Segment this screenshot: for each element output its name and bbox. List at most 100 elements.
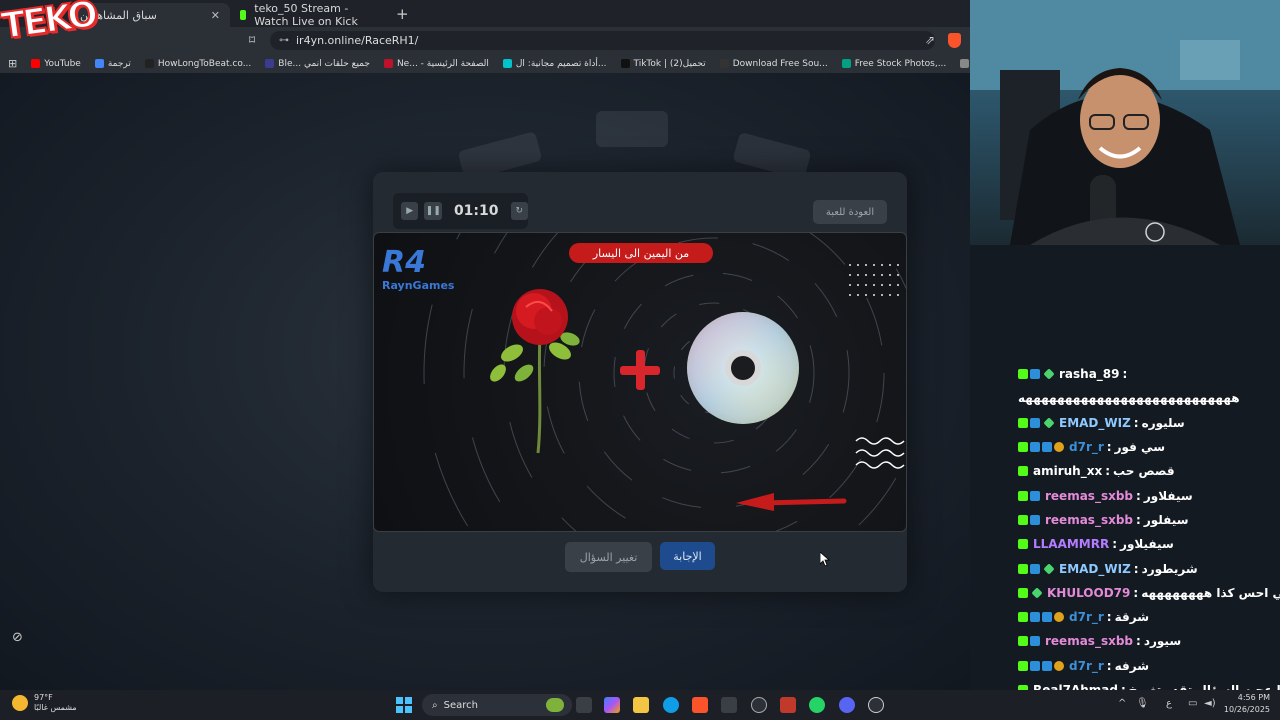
blue-badge-icon (1030, 417, 1040, 428)
gold-badge-icon (1054, 660, 1064, 671)
webcam-feed (970, 0, 1280, 245)
windows-start-icon[interactable] (396, 697, 412, 713)
bookmark-icon[interactable]: ⌑ (249, 33, 261, 47)
search-icon: ⌕ (432, 699, 438, 711)
bookmark-item[interactable]: Games in Ar... | رئيسية (960, 59, 970, 69)
app-icon[interactable] (780, 697, 796, 713)
plus-icon (620, 350, 660, 390)
bookmark-item[interactable]: Free Stock Photos,... (841, 59, 946, 69)
bookmark-item[interactable]: YouTube (31, 59, 81, 69)
taskbar-search[interactable]: ⌕ Search (422, 694, 572, 716)
kick-badge-icon (1018, 660, 1028, 671)
chat-text: سيفيلاور (1120, 537, 1174, 552)
green-badge-icon (1043, 562, 1055, 575)
back-to-game-button[interactable]: العودة للعبة (813, 200, 887, 224)
wave-decoration (855, 437, 905, 469)
teko-logo: TEKO (0, 0, 99, 49)
chat-text: سيفلور (1143, 512, 1189, 527)
microphone-icon[interactable]: 🎙 (1136, 698, 1149, 709)
chat-username[interactable]: amiruh_xx (1033, 464, 1102, 478)
bookmark-label: أداة تصميم مجانية: ال... (515, 58, 607, 69)
chat-text: شرفه (1114, 658, 1149, 673)
bookmark-favicon-icon (960, 59, 970, 68)
chat-text: سي فور (1114, 440, 1166, 455)
chat-message: EMAD_WIZ: شريطورد (1018, 556, 1280, 580)
chat-username[interactable]: KHULOOD79 (1047, 586, 1130, 600)
new-tab-button[interactable]: + (396, 5, 409, 27)
site-info-icon[interactable]: ⊶ (279, 31, 289, 50)
answer-button[interactable]: الإجابة (660, 542, 715, 570)
chat-username[interactable]: EMAD_WIZ (1059, 416, 1131, 430)
tab-label: teko_50 Stream - Watch Live on Kick (254, 2, 358, 28)
brave-icon[interactable] (692, 697, 708, 713)
chat-message: reemas_sxbb: سيفلاور (1018, 483, 1280, 507)
pause-icon[interactable]: ❚❚ (424, 202, 442, 220)
bookmark-item[interactable]: ترجمة (94, 59, 131, 69)
bookmark-item[interactable]: Ne... - الصفحة الرئيسية (383, 59, 489, 69)
chat-panel: rasha_89: هههههههههههههههههههههههههههه EMA… (1018, 362, 1280, 720)
chat-separator: : (1136, 488, 1141, 503)
close-tab-icon[interactable]: ✕ (211, 9, 220, 22)
chat-text: شرقة (1114, 610, 1149, 625)
url-field[interactable]: ⊶ ir4yn.online/RaceRH1/ (270, 31, 935, 50)
chat-separator: : (1106, 658, 1112, 673)
kick-favicon-icon (240, 10, 247, 20)
chat-separator: : (1106, 610, 1112, 625)
bookmark-item[interactable]: TikTok | (2)تحميل (620, 59, 706, 69)
chevron-up-icon[interactable]: ^ (1118, 698, 1126, 709)
timer-controls: ▶ ❚❚ 01:10 ↻ (393, 193, 528, 229)
chat-text: قصص حب (1113, 464, 1175, 479)
chat-message: d7r_r: شرفه (1018, 654, 1280, 678)
language-indicator[interactable]: ع (1166, 698, 1172, 709)
chat-username[interactable]: d7r_r (1069, 440, 1104, 454)
kick-badge-icon (1018, 442, 1028, 453)
copilot-icon[interactable] (604, 697, 620, 713)
chat-message: هههههههههههههههههههههههههههه (1018, 386, 1280, 410)
chat-username[interactable]: reemas_sxbb (1045, 489, 1133, 503)
clock[interactable]: 4:56 PM 10/26/2025 (1224, 692, 1270, 716)
brave-shield-icon[interactable] (948, 33, 961, 48)
chat-username[interactable]: reemas_sxbb (1045, 513, 1133, 527)
eye-off-icon[interactable]: ⊘ (12, 630, 32, 646)
kick-badge-icon (1018, 417, 1028, 428)
obs-icon[interactable] (751, 697, 767, 713)
discord-icon[interactable] (839, 697, 855, 713)
blue-badge-icon (1042, 660, 1052, 671)
edge-icon[interactable] (663, 697, 679, 713)
chat-username[interactable]: d7r_r (1069, 610, 1104, 624)
tab-kick-stream[interactable]: teko_50 Stream - Watch Live on Kick (230, 2, 390, 28)
store-icon[interactable] (721, 697, 737, 713)
bookmark-item[interactable]: HowLongToBeat.co... (144, 59, 251, 69)
chat-username[interactable]: rasha_89 (1059, 367, 1120, 381)
whatsapp-icon[interactable] (809, 697, 825, 713)
taskbar: 97°F مشمس غالبًا ⌕ Search ^ 🎙 ع ▭ ◄) 4:5… (0, 690, 1280, 720)
apps-grid-icon[interactable]: ⊞ (8, 57, 17, 70)
share-icon[interactable]: ⇗ (925, 33, 935, 47)
task-view-icon[interactable] (576, 697, 592, 713)
cd-disc-image (687, 312, 799, 424)
chat-separator: : (1105, 464, 1111, 479)
bookmark-item[interactable]: Download Free Sou... (719, 59, 828, 69)
bookmark-favicon-icon (31, 59, 41, 68)
file-explorer-icon[interactable] (633, 697, 649, 713)
volume-icon[interactable]: ◄) (1204, 698, 1216, 709)
reset-icon[interactable]: ↻ (510, 202, 528, 220)
chat-username[interactable]: reemas_sxbb (1045, 634, 1133, 648)
network-icon[interactable]: ▭ (1188, 698, 1197, 709)
chat-username[interactable]: EMAD_WIZ (1059, 562, 1131, 576)
bookmark-item[interactable]: Ble... جميع حلقات انمي (265, 59, 370, 69)
chat-username[interactable]: d7r_r (1069, 659, 1104, 673)
play-icon[interactable]: ▶ (401, 202, 419, 220)
address-bar: ⌑ ⊶ ir4yn.online/RaceRH1/ ⇗ (0, 27, 970, 54)
search-label: Search (443, 699, 478, 711)
change-question-button[interactable]: تغيير السؤال (565, 542, 652, 572)
chat-message: reemas_sxbb: سيفلور (1018, 508, 1280, 532)
bookmark-favicon-icon (502, 59, 512, 68)
chat-username[interactable]: LLAAMMRR (1033, 537, 1109, 551)
weather-widget[interactable]: 97°F مشمس غالبًا (12, 693, 77, 713)
tab-bar: سباق المشاهدين ✕ teko_50 Stream - Watch … (0, 0, 970, 28)
bookmark-item[interactable]: أداة تصميم مجانية: ال... (502, 58, 607, 69)
settings-icon[interactable] (868, 697, 884, 713)
brand-mark: R4 (382, 245, 426, 280)
kick-badge-icon (1018, 490, 1028, 501)
